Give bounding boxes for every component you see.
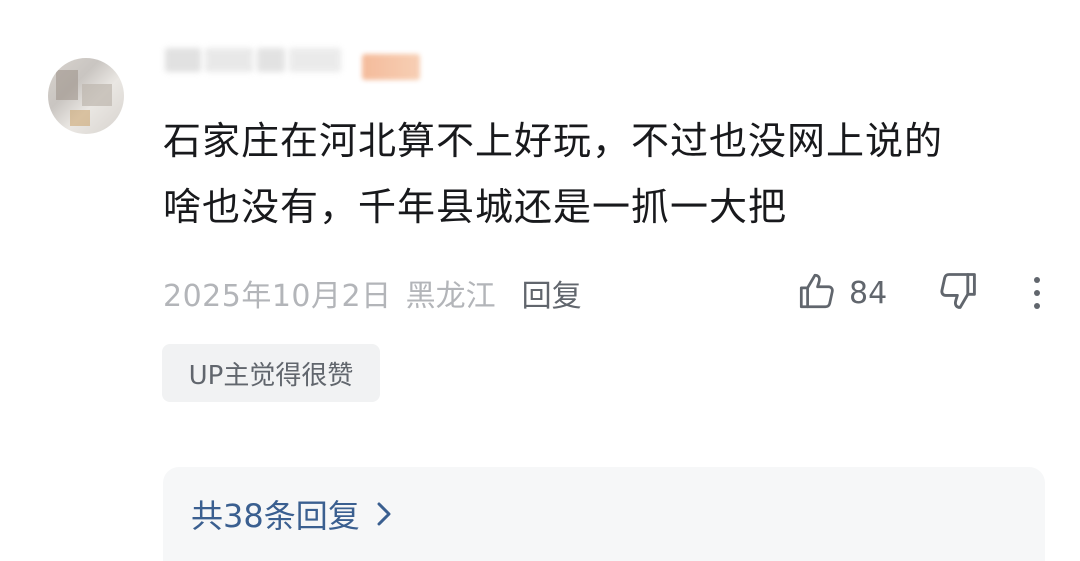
comment-content: 石家庄在河北算不上好玩，不过也没网上说的 啥也没有，千年县城还是一抓一大把 [163, 108, 1043, 240]
comment-line-2: 啥也没有，千年县城还是一抓一大把 [163, 185, 788, 229]
more-vertical-icon-dot [1034, 290, 1040, 296]
comment-location: 黑龙江 [405, 279, 496, 314]
up-liked-tag: UP主觉得很赞 [162, 344, 380, 402]
dislike-button[interactable] [937, 268, 981, 318]
thumbs-up-icon [795, 270, 837, 316]
username-blur-segment [165, 48, 201, 72]
avatar-blur-block [70, 110, 90, 126]
username-blur-segment [205, 48, 253, 72]
avatar[interactable] [48, 58, 124, 134]
thumbs-down-icon [937, 269, 981, 317]
more-vertical-icon-dot [1034, 277, 1040, 283]
more-vertical-icon-dot [1034, 303, 1040, 309]
username-blur-segment [257, 48, 285, 72]
username-blurred[interactable] [165, 40, 350, 80]
more-options-button[interactable] [1024, 268, 1050, 318]
reply-button[interactable]: 回复 [522, 271, 582, 315]
user-level-badge [362, 54, 420, 80]
comment-date: 2025年10月2日 [163, 279, 392, 314]
username-blur-segment [289, 48, 341, 72]
chevron-right-icon [377, 502, 391, 526]
comment-line-1: 石家庄在河北算不上好玩，不过也没网上说的 [163, 119, 944, 163]
avatar-blur-block [56, 70, 78, 100]
comment-item: 石家庄在河北算不上好玩，不过也没网上说的 啥也没有，千年县城还是一抓一大把 20… [0, 0, 1080, 561]
replies-count-label: 共38条回复 [191, 497, 360, 535]
avatar-blur-block [82, 84, 112, 106]
like-count: 84 [849, 275, 888, 311]
like-button[interactable]: 84 [795, 268, 887, 318]
comment-meta: 2025年10月2日 黑龙江 回复 [163, 268, 1043, 318]
view-replies-button[interactable]: 共38条回复 [163, 467, 1045, 561]
